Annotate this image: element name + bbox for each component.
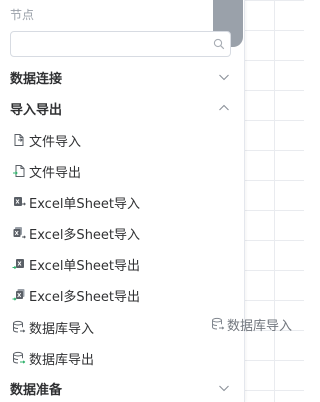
- excel-multi-import-icon: [13, 227, 26, 239]
- excel-multi-export-icon: [12, 289, 25, 301]
- node-item-file-import[interactable]: 文件导入: [12, 129, 222, 151]
- node-item-excel-single-export[interactable]: Excel单Sheet导出: [12, 253, 222, 275]
- group-label: 导入导出: [10, 102, 63, 118]
- database-export-icon: [13, 351, 26, 364]
- database-import-icon: [13, 320, 26, 333]
- node-item-label: Excel多Sheet导入: [29, 227, 141, 243]
- node-item-file-export[interactable]: 文件导出: [12, 160, 222, 182]
- database-import-icon: [212, 317, 225, 330]
- panel-title: 节点: [10, 8, 35, 22]
- node-item-label: 数据库导入: [29, 321, 95, 337]
- group-import-export[interactable]: 导入导出: [10, 96, 232, 120]
- chevron-up-icon: [219, 104, 229, 111]
- node-item-label: Excel单Sheet导出: [29, 258, 141, 274]
- chevron-down-icon: [219, 385, 229, 392]
- node-item-label: Excel单Sheet导入: [29, 196, 141, 212]
- file-import-icon: [14, 134, 24, 146]
- node-item-excel-multi-import[interactable]: Excel多Sheet导入: [12, 222, 222, 244]
- canvas-grid[interactable]: [244, 0, 304, 402]
- drag-ghost-node[interactable]: 数据库导入: [211, 313, 292, 335]
- group-label: 数据连接: [10, 71, 63, 87]
- search-icon[interactable]: [213, 38, 225, 50]
- node-item-label: 文件导入: [29, 134, 82, 150]
- node-item-excel-multi-export[interactable]: Excel多Sheet导出: [12, 284, 222, 306]
- group-label: 数据准备: [10, 382, 63, 398]
- node-panel: 节点 数据连接 导入导出 文件导入 文件导出 Excel单Sheet导入 Exc…: [0, 0, 245, 402]
- node-item-label: 文件导出: [29, 165, 82, 181]
- search-field[interactable]: [10, 31, 231, 57]
- node-item-database-import[interactable]: 数据库导入: [12, 316, 222, 338]
- group-data-connection[interactable]: 数据连接: [10, 65, 232, 89]
- node-item-label: Excel多Sheet导出: [29, 289, 141, 305]
- node-item-excel-single-import[interactable]: Excel单Sheet导入: [12, 191, 222, 213]
- chevron-down-icon: [219, 74, 229, 81]
- excel-single-import-icon: [14, 197, 26, 206]
- node-item-database-export[interactable]: 数据库导出: [12, 347, 222, 369]
- search-input[interactable]: [11, 32, 213, 56]
- node-item-label: 数据库导出: [29, 352, 95, 368]
- file-export-icon: [13, 165, 25, 177]
- drag-ghost-label: 数据库导入: [227, 318, 293, 334]
- group-data-prep[interactable]: 数据准备: [10, 376, 232, 400]
- excel-single-export-icon: [12, 259, 24, 270]
